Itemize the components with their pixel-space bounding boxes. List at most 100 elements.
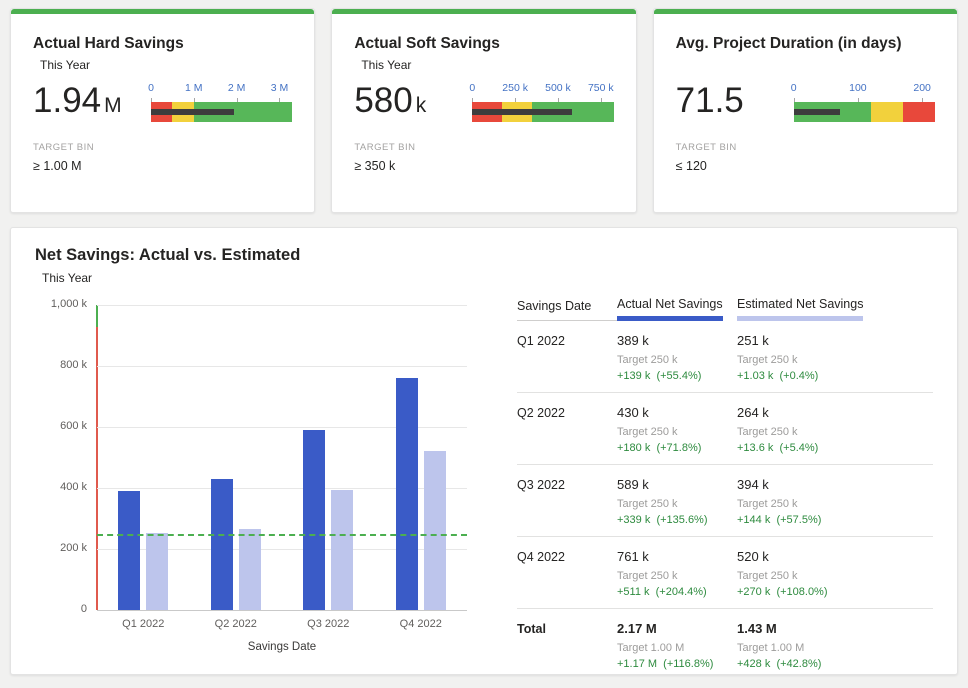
kpi-subtitle xyxy=(683,58,935,73)
x-axis-label: Q4 2022 xyxy=(400,618,442,630)
estimated-variance: +144 k (+57.5%) xyxy=(737,514,933,526)
target-bin-value: ≥ 350 k xyxy=(354,159,613,173)
y-axis-label: 200 k xyxy=(35,542,87,554)
y-axis-label: 600 k xyxy=(35,420,87,432)
bullet-chart: 0 1 M 2 M 3 M xyxy=(151,82,292,124)
target-bin-label: TARGET BIN xyxy=(33,142,292,153)
bullet-tick-mark xyxy=(794,98,795,102)
bullet-tick-mark xyxy=(922,98,923,102)
actual-target: Target 1.00 M xyxy=(617,642,737,654)
estimated-variance: +13.6 k (+5.4%) xyxy=(737,442,933,454)
bullet-band-wrap xyxy=(472,102,613,124)
gridline xyxy=(97,610,467,611)
net-savings-card: Net Savings: Actual vs. Estimated This Y… xyxy=(10,227,958,675)
table-row[interactable]: Q1 2022 389 k Target 250 k +139 k (+55.4… xyxy=(517,321,933,393)
estimated-cell: 264 k Target 250 k +13.6 k (+5.4%) xyxy=(737,405,933,454)
row-date: Q2 2022 xyxy=(517,405,617,454)
bar-actual-q1-2022[interactable] xyxy=(118,491,140,610)
actual-value: 761 k xyxy=(617,549,737,564)
table-row[interactable]: Q3 2022 589 k Target 250 k +339 k (+135.… xyxy=(517,465,933,537)
bullet-tick-label: 0 xyxy=(791,82,797,94)
kpi-body: 1.94M 0 1 M 2 M 3 M xyxy=(33,81,292,124)
kpi-subtitle: This Year xyxy=(361,58,613,73)
table-header-estimated: Estimated Net Savings xyxy=(737,295,933,321)
bar-estimated-q4-2022[interactable] xyxy=(424,451,446,610)
actual-variance: +339 k (+135.6%) xyxy=(617,514,737,526)
table-row[interactable]: Q4 2022 761 k Target 250 k +511 k (+204.… xyxy=(517,537,933,609)
bullet-tick-label: 0 xyxy=(148,82,154,94)
chart-plot-area[interactable] xyxy=(97,305,467,610)
target-reference-line xyxy=(97,534,467,536)
bullet-band-bad xyxy=(903,102,935,122)
bullet-tick-label: 2 M xyxy=(228,82,246,94)
x-axis-title: Savings Date xyxy=(97,641,467,653)
y-axis-label: 800 k xyxy=(35,359,87,371)
actual-variance: +139 k (+55.4%) xyxy=(617,370,737,382)
kpi-body: 580k 0250 k500 k750 k xyxy=(354,81,613,124)
bar-estimated-q1-2022[interactable] xyxy=(146,533,168,610)
bullet-tick-label: 250 k xyxy=(502,82,528,94)
actual-variance: +1.17 M (+116.8%) xyxy=(617,658,737,670)
bar-actual-q3-2022[interactable] xyxy=(303,430,325,610)
bullet-band xyxy=(472,102,613,122)
estimated-cell: 394 k Target 250 k +144 k (+57.5%) xyxy=(737,477,933,526)
estimated-value: 520 k xyxy=(737,549,933,564)
target-bin-label: TARGET BIN xyxy=(676,142,935,153)
bar-estimated-q2-2022[interactable] xyxy=(239,529,261,610)
bullet-tick-label: 200 xyxy=(913,82,931,94)
row-date: Q4 2022 xyxy=(517,549,617,598)
kpi-unit: M xyxy=(104,94,122,117)
kpi-title: Actual Soft Savings xyxy=(354,35,613,53)
actual-target: Target 250 k xyxy=(617,354,737,366)
estimated-variance: +428 k (+42.8%) xyxy=(737,658,933,670)
estimated-target: Target 1.00 M xyxy=(737,642,933,654)
bullet-tick-label: 3 M xyxy=(271,82,289,94)
bullet-measure-bar xyxy=(794,109,840,115)
estimated-target: Target 250 k xyxy=(737,426,933,438)
kpi-card-soft-savings: Actual Soft Savings This Year 580k 0250 … xyxy=(331,8,636,213)
table-row[interactable]: Q2 2022 430 k Target 250 k +180 k (+71.8… xyxy=(517,393,933,465)
kpi-card-hard-savings: Actual Hard Savings This Year 1.94M 01 M… xyxy=(10,8,315,213)
actual-target: Target 250 k xyxy=(617,498,737,510)
page-title: Net Savings: Actual vs. Estimated xyxy=(35,246,933,265)
kpi-title: Avg. Project Duration (in days) xyxy=(676,35,935,53)
bullet-tick-mark xyxy=(151,98,152,102)
bullet-tick-label: 0 xyxy=(469,82,475,94)
bullet-measure-bar xyxy=(472,109,571,115)
kpi-value: 71.5 xyxy=(676,81,794,121)
bullet-tick-mark xyxy=(558,98,559,102)
actual-value: 389 k xyxy=(617,333,737,348)
card-accent-bar xyxy=(332,9,635,14)
card-accent-bar xyxy=(11,9,314,14)
estimated-variance: +270 k (+108.0%) xyxy=(737,586,933,598)
bullet-tick-label: 1 M xyxy=(185,82,203,94)
bullet-tick-label: 500 k xyxy=(545,82,571,94)
bar-actual-q2-2022[interactable] xyxy=(211,479,233,610)
actual-value: 589 k xyxy=(617,477,737,492)
actual-cell: 2.17 M Target 1.00 M +1.17 M (+116.8%) xyxy=(617,621,737,670)
y-axis-label: 1,000 k xyxy=(35,298,87,310)
estimated-target: Target 250 k xyxy=(737,498,933,510)
bullet-band-wrap xyxy=(794,102,935,124)
gridline xyxy=(97,366,467,367)
bullet-axis: 0 100 200 xyxy=(794,82,935,97)
actual-value: 2.17 M xyxy=(617,621,737,636)
kpi-subtitle: This Year xyxy=(40,58,292,73)
bullet-tick-mark xyxy=(279,98,280,102)
table-header-actual: Actual Net Savings xyxy=(617,295,737,321)
estimated-cell: 251 k Target 250 k +1.03 k (+0.4%) xyxy=(737,333,933,382)
savings-table: Savings Date Actual Net Savings Estimate… xyxy=(517,289,933,680)
estimated-value: 394 k xyxy=(737,477,933,492)
target-bin-value: ≤ 120 xyxy=(676,159,935,173)
bar-actual-q4-2022[interactable] xyxy=(396,378,418,610)
bar-estimated-q3-2022[interactable] xyxy=(331,490,353,610)
row-date: Q3 2022 xyxy=(517,477,617,526)
kpi-value: 1.94M xyxy=(33,81,151,121)
estimated-variance: +1.03 k (+0.4%) xyxy=(737,370,933,382)
card-accent-bar xyxy=(654,9,957,14)
actual-value: 430 k xyxy=(617,405,737,420)
bullet-band-wrap xyxy=(151,102,292,124)
bullet-chart: 0250 k500 k750 k xyxy=(472,82,613,124)
bullet-tick-label: 100 xyxy=(849,82,867,94)
bar-chart: Savings Date 0200 k400 k600 k800 k1,000 … xyxy=(35,289,493,661)
